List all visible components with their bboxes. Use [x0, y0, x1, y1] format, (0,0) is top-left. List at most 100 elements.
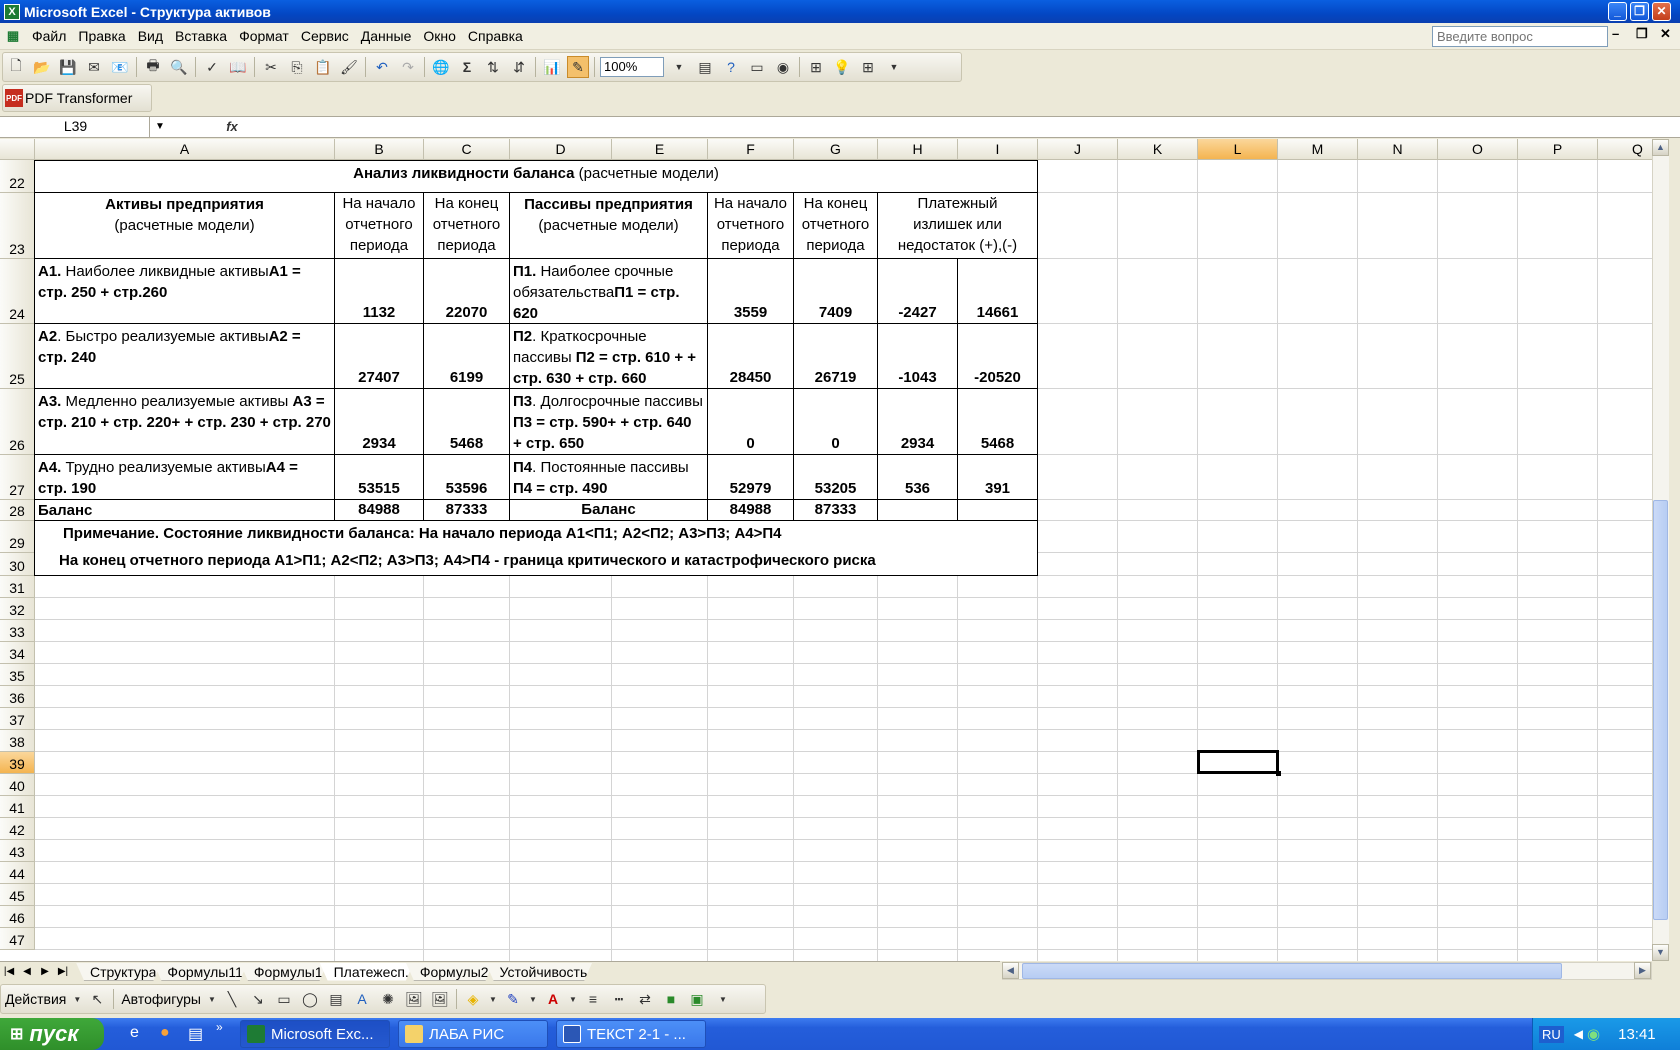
value-h-row4[interactable]: 536: [878, 455, 958, 500]
value-f-row2[interactable]: 28450: [708, 324, 794, 389]
security-icon[interactable]: ◉: [1587, 1025, 1600, 1043]
actions-menu[interactable]: Действия: [1, 991, 70, 1007]
asset-cell-a4[interactable]: А4. Трудно реализуемые активыА4 = стр. 1…: [35, 455, 335, 500]
value-g-row2[interactable]: 26719: [794, 324, 878, 389]
menu-format[interactable]: Формат: [233, 28, 295, 44]
sort-descending-icon[interactable]: ⇵: [508, 56, 530, 78]
row-header-39[interactable]: 39: [0, 752, 35, 774]
first-sheet-icon[interactable]: |◀: [0, 966, 18, 977]
open-icon[interactable]: 📂: [31, 56, 53, 78]
column-header-c[interactable]: C: [424, 139, 510, 160]
value-i-row2[interactable]: -20520: [958, 324, 1038, 389]
value-f-row4[interactable]: 52979: [708, 455, 794, 500]
value-i-row1[interactable]: 14661: [958, 259, 1038, 324]
scroll-up-icon[interactable]: ▲: [1652, 139, 1669, 156]
dash-style-icon[interactable]: ┅: [608, 988, 630, 1010]
last-sheet-icon[interactable]: ▶|: [54, 966, 72, 977]
menu-file[interactable]: Файл: [26, 28, 72, 44]
grid-borders-icon[interactable]: ⊞: [857, 56, 879, 78]
toolbar-options-icon[interactable]: ▼: [712, 988, 734, 1010]
oval-icon[interactable]: ◯: [299, 988, 321, 1010]
format-painter-icon[interactable]: 🖌: [338, 56, 360, 78]
scroll-down-icon[interactable]: ▼: [1652, 944, 1669, 961]
line-icon[interactable]: ╲: [221, 988, 243, 1010]
balance-c[interactable]: 87333: [424, 500, 510, 521]
research-icon[interactable]: 📖: [227, 56, 249, 78]
column-header-j[interactable]: J: [1038, 139, 1118, 160]
shadow-icon[interactable]: ■: [660, 988, 682, 1010]
line-color-icon[interactable]: ✎: [502, 988, 524, 1010]
arrow-icon[interactable]: ↘: [247, 988, 269, 1010]
menu-edit[interactable]: Правка: [72, 28, 131, 44]
column-header-l[interactable]: L: [1198, 139, 1278, 160]
column-header-d[interactable]: D: [510, 139, 612, 160]
menu-help[interactable]: Справка: [462, 28, 529, 44]
cut-icon[interactable]: ✂: [260, 56, 282, 78]
sheet-tab-stability[interactable]: Устойчивость: [486, 963, 593, 981]
start-button[interactable]: ⊞ пуск: [0, 1018, 104, 1050]
diagram-icon[interactable]: ✺: [377, 988, 399, 1010]
arrow-style-icon[interactable]: ⇄: [634, 988, 656, 1010]
asset-cell-a3[interactable]: А3. Медленно реализуемые активы А3 = стр…: [35, 389, 335, 455]
asset-cell-a2[interactable]: А2. Быстро реализуемые активыА2 = стр. 2…: [35, 324, 335, 389]
copy-icon[interactable]: ⎘: [286, 56, 308, 78]
quicklaunch-expand-icon[interactable]: »: [216, 1020, 223, 1034]
row-header-45[interactable]: 45: [0, 884, 35, 906]
row-header-31[interactable]: 31: [0, 576, 35, 598]
select-all-corner[interactable]: [0, 139, 35, 160]
column-header-f[interactable]: F: [708, 139, 794, 160]
picture-icon[interactable]: 🖼: [429, 988, 451, 1010]
row-header-43[interactable]: 43: [0, 840, 35, 862]
selected-cell-l39[interactable]: [1197, 750, 1281, 776]
row-header-42[interactable]: 42: [0, 818, 35, 840]
ask-question-input[interactable]: [1432, 26, 1608, 47]
chevron-down-icon[interactable]: ▼: [668, 56, 690, 78]
row-header-35[interactable]: 35: [0, 664, 35, 686]
tray-expand-icon[interactable]: ◀: [1574, 1027, 1583, 1041]
workbook-icon[interactable]: ▦: [0, 28, 26, 44]
row-header-41[interactable]: 41: [0, 796, 35, 818]
liability-cell-p2[interactable]: П2. Краткосрочные пассивы П2 = стр. 610 …: [510, 324, 708, 389]
fill-color-icon[interactable]: ◈: [462, 988, 484, 1010]
row-header-44[interactable]: 44: [0, 862, 35, 884]
value-h-row1[interactable]: -2427: [878, 259, 958, 324]
value-c-row2[interactable]: 6199: [424, 324, 510, 389]
row-header-40[interactable]: 40: [0, 774, 35, 796]
chevron-down-icon[interactable]: ▼: [528, 988, 538, 1010]
worksheet-grid[interactable]: A B C D E F G H I J K L M N O P Q 22 23 24 25 26 27 28 29 30 31 32 3…: [0, 139, 1652, 961]
row-header-36[interactable]: 36: [0, 686, 35, 708]
liability-cell-p3[interactable]: П3. Долгосрочные пассивы П3 = стр. 590+ …: [510, 389, 708, 455]
value-c-row1[interactable]: 22070: [424, 259, 510, 324]
sheet-tab-formulas2[interactable]: Формулы2: [406, 963, 494, 981]
task-excel[interactable]: Microsoft Exc...: [240, 1020, 390, 1048]
firefox-icon[interactable]: ●: [160, 1024, 170, 1042]
workbook-close-icon[interactable]: ✕: [1660, 26, 1671, 42]
font-color-icon[interactable]: A: [542, 988, 564, 1010]
menu-view[interactable]: Вид: [132, 28, 169, 44]
clipart-icon[interactable]: 🖼: [403, 988, 425, 1010]
record-macro-icon[interactable]: ◉: [772, 56, 794, 78]
liability-cell-p4[interactable]: П4. Постоянные пассивы П4 = стр. 490: [510, 455, 708, 500]
row-header-47[interactable]: 47: [0, 928, 35, 950]
spelling-icon[interactable]: ✓: [201, 56, 223, 78]
row-header-27[interactable]: 27: [0, 455, 35, 500]
wordart-icon[interactable]: A: [351, 988, 373, 1010]
column-header-q[interactable]: Q: [1598, 139, 1652, 160]
column-header-k[interactable]: K: [1118, 139, 1198, 160]
value-f-row3[interactable]: 0: [708, 389, 794, 455]
formula-input[interactable]: [244, 117, 1674, 137]
autosum-icon[interactable]: Σ: [456, 56, 478, 78]
row-header-26[interactable]: 26: [0, 389, 35, 455]
chevron-down-icon[interactable]: ▼: [568, 988, 578, 1010]
name-box[interactable]: L39: [2, 117, 150, 137]
insert-function-icon[interactable]: fx: [222, 117, 242, 137]
column-header-b[interactable]: B: [335, 139, 424, 160]
column-header-a[interactable]: A: [35, 139, 335, 160]
new-icon[interactable]: 🗋: [5, 56, 27, 78]
row-header-33[interactable]: 33: [0, 620, 35, 642]
sheet-tab-solvency[interactable]: Платежесп.: [320, 963, 414, 981]
sheet-tab-formulas1[interactable]: Формулы1: [240, 963, 328, 981]
row-header-32[interactable]: 32: [0, 598, 35, 620]
sort-ascending-icon[interactable]: ⇅: [482, 56, 504, 78]
menu-window[interactable]: Окно: [417, 28, 462, 44]
